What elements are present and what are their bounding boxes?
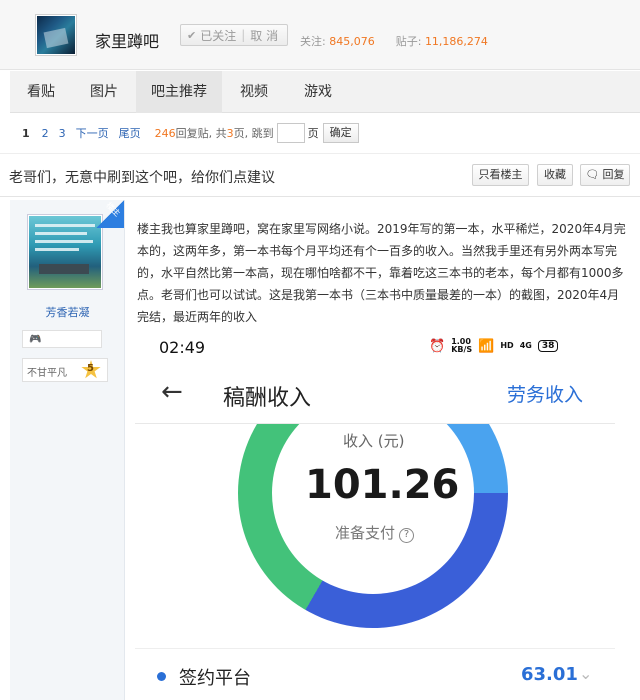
post-count-label: 贴子: (395, 35, 422, 48)
follow-count: 845,076 (329, 35, 375, 48)
pager-info: 246回复贴, 共3页, 跳到 (155, 125, 274, 141)
reply-button[interactable]: 🗨 回复 (580, 164, 630, 186)
platform-value: 63.01 (521, 664, 578, 685)
page-unit: 页 (307, 127, 319, 140)
pager-page-3[interactable]: 3 (59, 127, 66, 140)
forum-avatar[interactable] (35, 14, 77, 56)
reply-count: 246 (154, 127, 176, 140)
pending-payment: 准备支付? (335, 522, 415, 543)
level-name: 不甘平凡 (27, 368, 67, 379)
author-level[interactable]: 不甘平凡 5 (22, 358, 108, 382)
status-icons: ⏰ 1.00 KB/S 📶 HD 4G 38 (429, 337, 559, 354)
post-image[interactable]: 02:49 ⏰ 1.00 KB/S 📶 HD 4G 38 ← 稿酬收入 劳务收入 … (135, 326, 615, 700)
app-bar: ← 稿酬收入 劳务收入 (135, 372, 615, 416)
tab-games[interactable]: 游戏 (286, 71, 350, 113)
forum-avatar-image (37, 16, 75, 54)
pager-last[interactable]: 尾页 (119, 125, 141, 141)
badge-icon[interactable]: 🎮 (29, 334, 41, 345)
platform-dot-icon (157, 672, 166, 681)
favorite-button[interactable]: 收藏 (537, 164, 573, 186)
divider: | (241, 28, 246, 42)
tab-posts[interactable]: 看贴 (10, 71, 72, 113)
checkmark-icon: ✔ (187, 28, 197, 42)
author-avatar[interactable] (27, 214, 103, 290)
follow-label: 已关注 (200, 28, 237, 43)
forum-nav: 看贴 图片 吧主推荐 视频 游戏 (10, 71, 640, 113)
hd-icon: HD (500, 341, 514, 350)
page-jump-ok-button[interactable]: 确定 (322, 123, 359, 143)
page-suffix: 页, 跳到 (233, 127, 274, 140)
author-badges: 🎮 (22, 330, 102, 348)
level-number: 5 (87, 363, 94, 374)
net-speed: 1.00 KB/S (451, 337, 473, 354)
reply-icon: 🗨 (585, 169, 600, 181)
battery-icon: 38 (537, 340, 559, 352)
follow-button[interactable]: ✔ 已关注 | 取 消 (180, 24, 288, 46)
income-value: 101.26 (305, 462, 460, 508)
follow-count-label: 关注: (300, 35, 326, 48)
author-name[interactable]: 芳香若凝 (10, 304, 125, 320)
unfollow-button[interactable]: 取 消 (250, 27, 278, 44)
chevron-down-icon: ⌄ (579, 664, 593, 683)
signal-icon: 4G (519, 341, 532, 350)
post-count: 11,186,274 (424, 35, 488, 48)
page-total: 3 (226, 127, 234, 140)
tab-recommended[interactable]: 吧主推荐 (136, 71, 222, 113)
status-time: 02:49 (159, 338, 206, 357)
op-badge: 楼主 (96, 200, 124, 228)
labor-income-tab: 劳务收入 (507, 384, 584, 406)
only-op-button[interactable]: 只看楼主 (472, 164, 529, 186)
app-title: 稿酬收入 (223, 386, 312, 411)
help-icon: ? (399, 528, 415, 543)
thread-title-bar: 老哥们，无意中刷到这个吧，给你们点建议 只看楼主 收藏 🗨 回复 (0, 153, 640, 197)
post-content: 楼主我也算家里蹲吧，窝在家里写网络小说。2019年写的第一本，水平稀烂，2020… (137, 222, 626, 324)
alarm-icon: ⏰ (429, 338, 446, 354)
wifi-icon: 📶 (478, 338, 495, 354)
tab-videos[interactable]: 视频 (222, 71, 286, 113)
pager: 1 2 3 下一页 尾页 246回复贴, 共3页, 跳到 页 确定 (22, 122, 359, 144)
page-jump-input[interactable] (276, 123, 305, 143)
reply-label: 回复 (602, 169, 625, 181)
forum-header: 家里蹲吧 ✔ 已关注 | 取 消 关注: 845,076 贴子: 11,186,… (0, 0, 640, 70)
forum-stats: 关注: 845,076 贴子: 11,186,274 (300, 33, 488, 49)
pager-next[interactable]: 下一页 (76, 125, 109, 141)
reply-suffix: 回复贴, 共 (175, 127, 227, 140)
author-avatar-image (29, 216, 101, 288)
tab-images[interactable]: 图片 (72, 71, 136, 113)
income-label: 收入 (元) (343, 432, 405, 450)
pager-page-2[interactable]: 2 (42, 127, 49, 140)
platform-label: 签约平台 (179, 668, 251, 689)
back-arrow-icon: ← (161, 377, 183, 407)
author-panel: 楼主 芳香若凝 🎮 不甘平凡 5 (10, 200, 125, 700)
pager-current-page: 1 (22, 126, 30, 140)
forum-name[interactable]: 家里蹲吧 (95, 28, 159, 52)
thread-title: 老哥们，无意中刷到这个吧，给你们点建议 (9, 170, 275, 186)
